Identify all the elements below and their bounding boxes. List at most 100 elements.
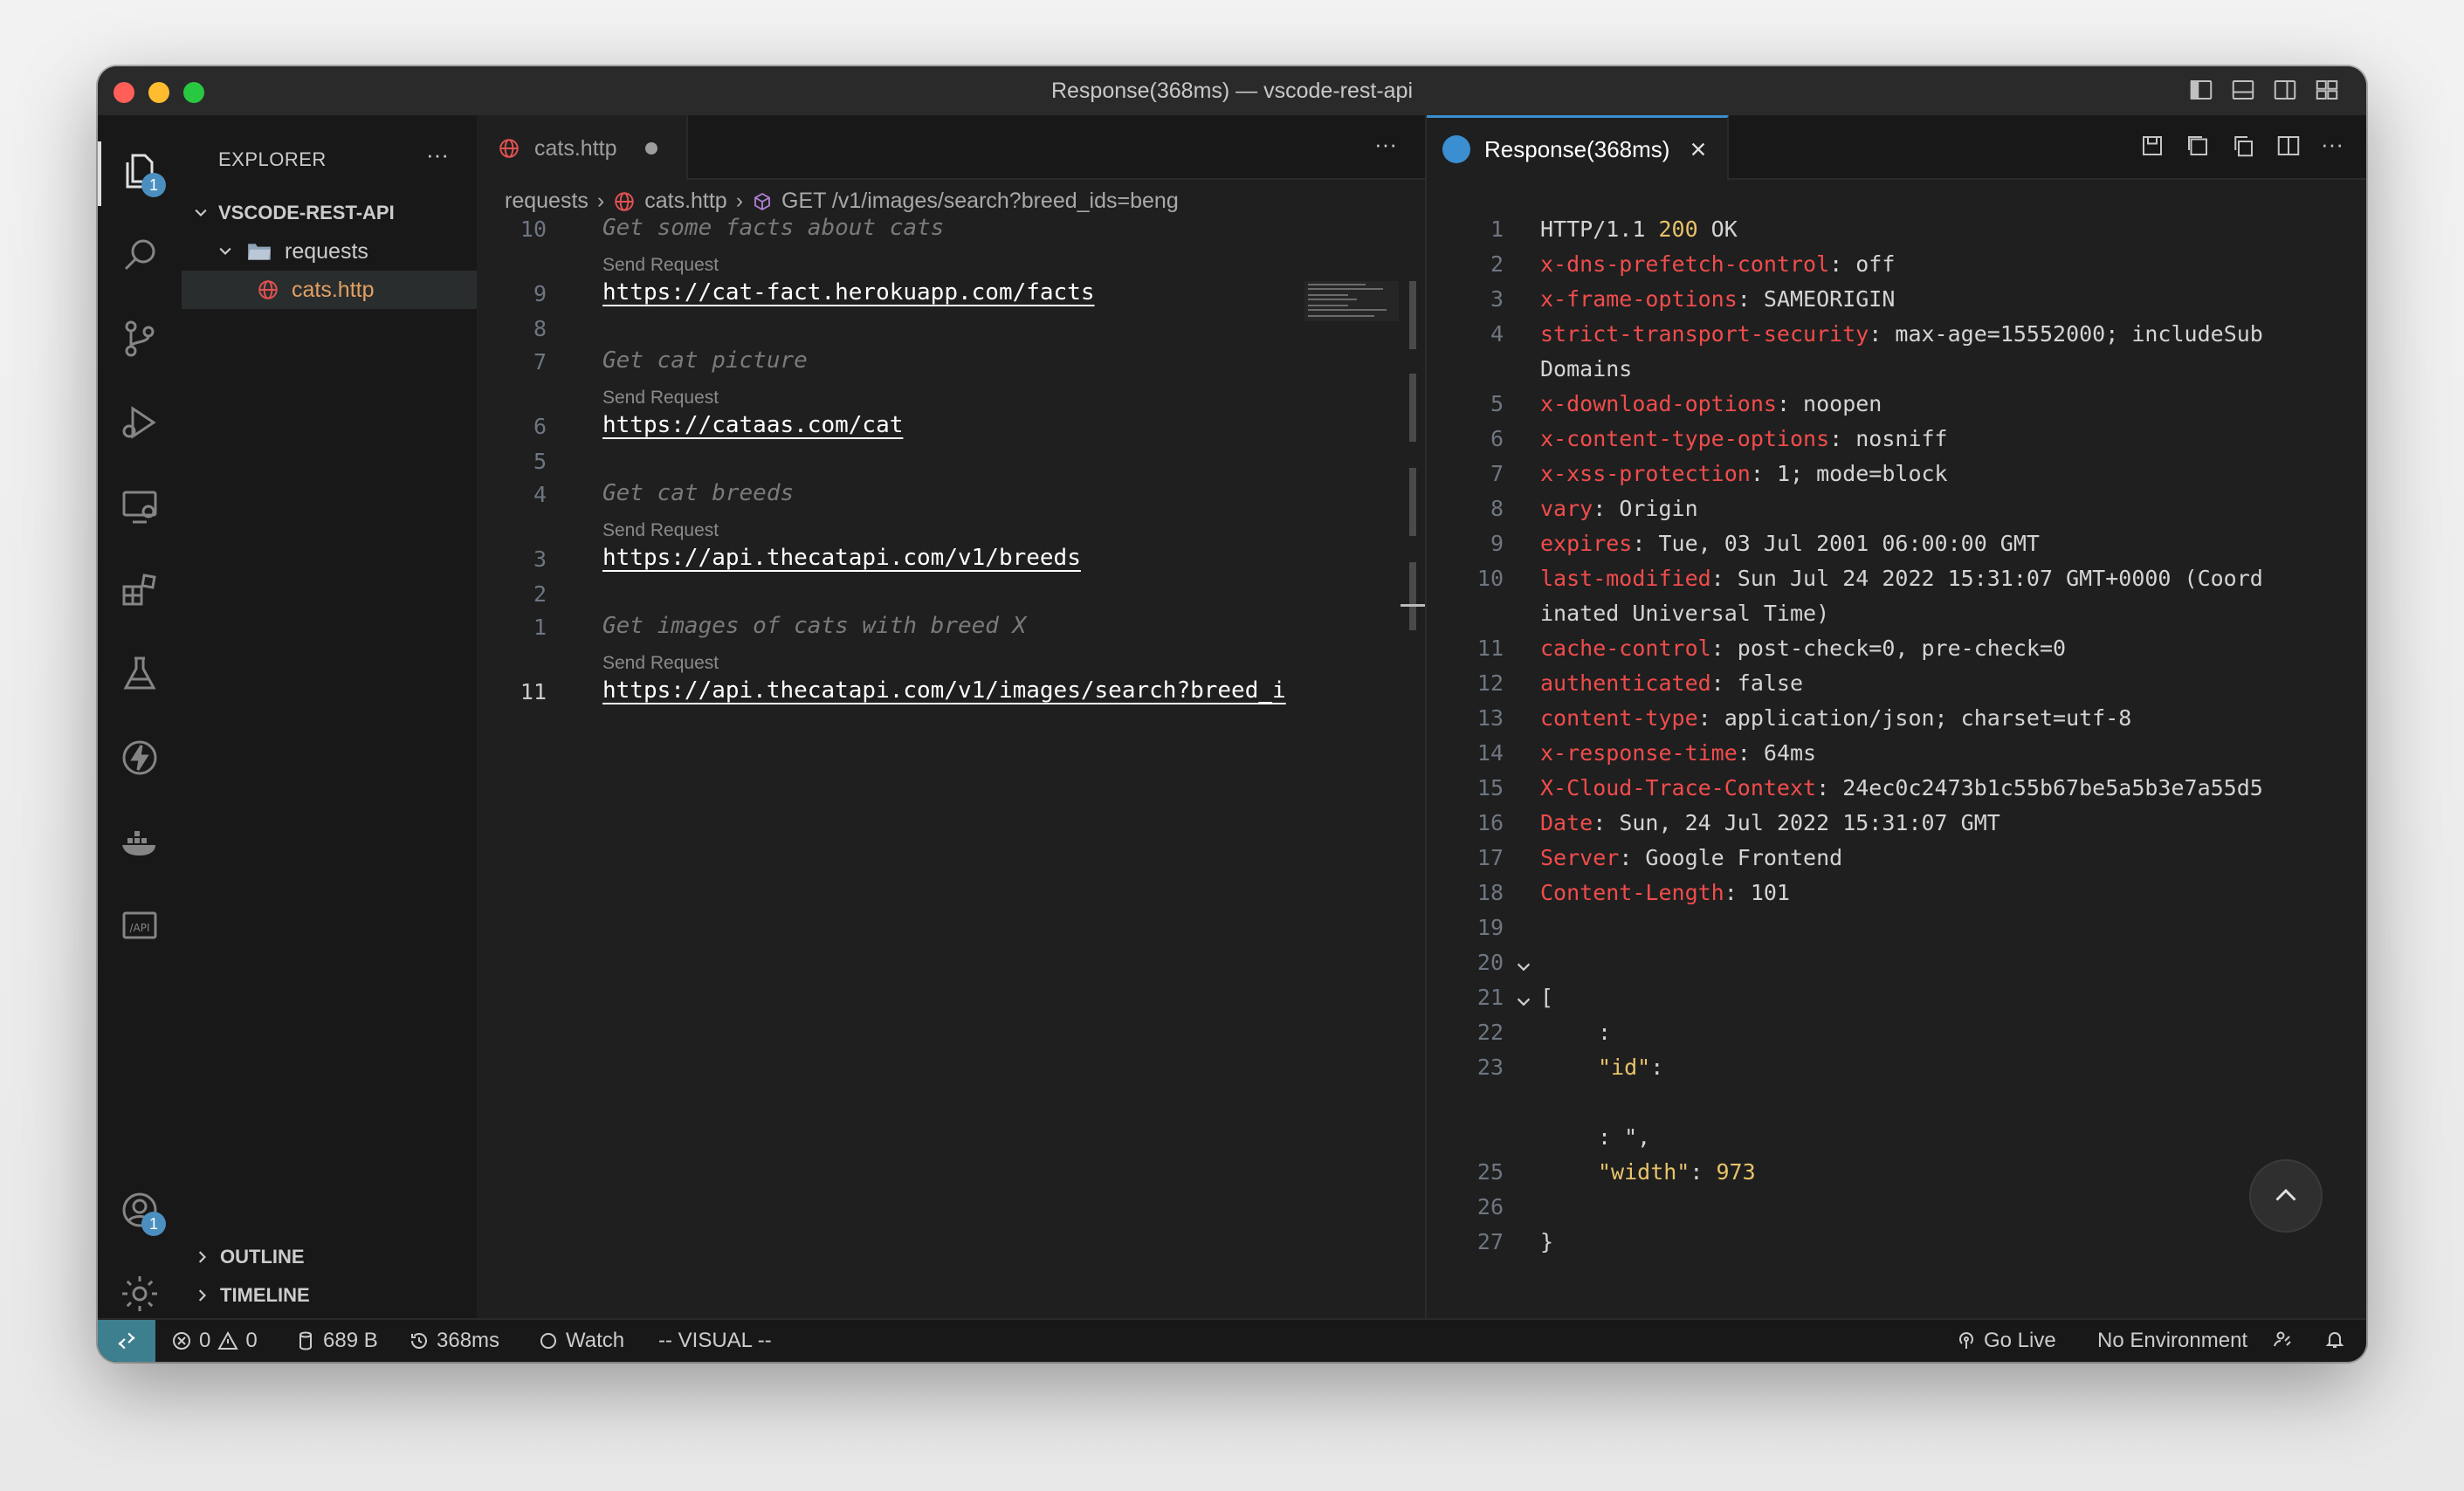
- line-number: 15: [1476, 775, 1504, 800]
- header-value: post-check=0, pre-check=0: [1737, 636, 2067, 661]
- minimap[interactable]: [1304, 281, 1399, 321]
- warning-count: 0: [245, 1329, 258, 1352]
- header-key: last-modified: [1540, 566, 1711, 591]
- rest-client-icon: [1442, 135, 1470, 163]
- environment-selector[interactable]: No Environment: [2097, 1329, 2247, 1353]
- feedback-button[interactable]: [2272, 1329, 2293, 1350]
- copy-icon[interactable]: [2230, 133, 2256, 159]
- close-tab-icon[interactable]: [1689, 140, 1708, 159]
- problems-indicator[interactable]: 0 0: [171, 1329, 258, 1353]
- status-line: HTTP/1.1 200 OK: [1540, 216, 1738, 242]
- request-url[interactable]: https://cataas.com/cat: [602, 412, 903, 447]
- send-request-codelens[interactable]: Send Request: [602, 520, 719, 541]
- tab-response[interactable]: Response(368ms): [1427, 115, 1729, 181]
- go-live-button[interactable]: Go Live: [1956, 1329, 2056, 1353]
- toggle-secondary-sidebar-icon[interactable]: [2272, 77, 2298, 103]
- file-row-cats-http[interactable]: cats.http: [182, 271, 477, 309]
- remote-indicator[interactable]: [98, 1320, 155, 1362]
- line-number: 23: [1476, 1055, 1504, 1080]
- toggle-panel-icon[interactable]: [2230, 77, 2256, 103]
- globe-icon: [615, 191, 634, 211]
- testing-view-button[interactable]: [119, 653, 161, 695]
- go-live-label: Go Live: [1984, 1329, 2056, 1352]
- chevron-right-icon: ›: [596, 189, 605, 213]
- explorer-header: EXPLORER: [218, 148, 327, 170]
- save-body-icon[interactable]: [2185, 133, 2211, 159]
- json-punctuation: ",: [1624, 1124, 1651, 1150]
- response-more-icon[interactable]: ···: [2321, 133, 2344, 159]
- thunder-client-view-button[interactable]: [119, 737, 161, 779]
- send-request-codelens[interactable]: Send Request: [602, 255, 719, 276]
- request-url[interactable]: https://api.thecatapi.com/v1/images/sear…: [602, 677, 1286, 712]
- request-url[interactable]: https://cat-fact.herokuapp.com/facts: [602, 279, 1095, 314]
- explorer-sidebar: EXPLORER ··· VSCODE-REST-API requests ca…: [182, 115, 478, 1320]
- manage-button[interactable]: [119, 1273, 161, 1315]
- extensions-icon: [122, 574, 156, 606]
- send-request-codelens[interactable]: Send Request: [602, 388, 719, 409]
- header-value-continued: inated Universal Time): [1540, 601, 1830, 626]
- chevron-right-icon: [198, 1289, 206, 1302]
- line-number: 25: [1476, 1159, 1504, 1185]
- remote-explorer-view-button[interactable]: [119, 485, 161, 527]
- line-number: 27: [1476, 1229, 1504, 1254]
- save-response-icon[interactable]: [2139, 133, 2165, 159]
- breadcrumb-file[interactable]: cats.http: [644, 189, 727, 214]
- header-key: expires: [1540, 531, 1633, 556]
- watch-indicator[interactable]: Watch: [538, 1329, 624, 1353]
- split-editor-icon[interactable]: [2275, 133, 2302, 159]
- run-debug-view-button[interactable]: [119, 402, 161, 443]
- watch-label: Watch: [566, 1329, 625, 1352]
- notifications-button[interactable]: [2324, 1329, 2345, 1350]
- docker-view-button[interactable]: [119, 821, 161, 862]
- tab-cats-http[interactable]: cats.http: [477, 115, 688, 180]
- explorer-more-actions[interactable]: ···: [426, 141, 449, 168]
- send-request-codelens[interactable]: Send Request: [602, 653, 719, 674]
- breadcrumb-folder[interactable]: requests: [505, 189, 588, 214]
- folder-row-requests[interactable]: requests: [182, 232, 477, 271]
- fold-chevron-icon[interactable]: [1514, 958, 1533, 977]
- outline-section[interactable]: OUTLINE: [182, 1240, 477, 1275]
- scroll-to-top-button[interactable]: [2249, 1159, 2323, 1233]
- database-icon: [299, 1331, 312, 1350]
- toggle-primary-sidebar-icon[interactable]: [2188, 77, 2214, 103]
- response-size-indicator[interactable]: 689 B: [295, 1329, 378, 1353]
- source-control-view-button[interactable]: [119, 318, 161, 360]
- warning-icon: [217, 1330, 239, 1350]
- symbol-method-icon: [754, 192, 770, 210]
- header-value: Sun Jul 24 2022 15:31:07 GMT+0000 (Coord: [1737, 566, 2263, 591]
- customize-layout-icon[interactable]: [2314, 77, 2340, 103]
- error-count: 0: [199, 1329, 211, 1352]
- request-url[interactable]: https://api.thecatapi.com/v1/breeds: [602, 545, 1081, 580]
- line-number: 8: [1490, 496, 1504, 521]
- scrollbar-thumb[interactable]: [1409, 281, 1416, 349]
- header-key: x-dns-prefetch-control: [1540, 251, 1830, 277]
- folder-name: requests: [285, 238, 368, 264]
- timeline-section[interactable]: TIMELINE: [182, 1278, 477, 1313]
- vim-mode: -- VISUAL --: [658, 1329, 772, 1352]
- unsaved-dot-icon[interactable]: [644, 142, 657, 155]
- header-key: x-response-time: [1540, 740, 1738, 766]
- header-value: false: [1737, 670, 1804, 696]
- header-value: 101: [1750, 880, 1790, 905]
- json-bracket: }: [1540, 1229, 1554, 1254]
- line-number: 2: [533, 581, 547, 607]
- bell-icon: [2325, 1332, 2344, 1348]
- extensions-view-button[interactable]: [119, 569, 161, 611]
- project-root-row[interactable]: VSCODE-REST-API: [182, 194, 477, 232]
- fold-chevron-icon[interactable]: [1514, 993, 1533, 1012]
- line-number: 9: [1490, 531, 1504, 556]
- editor-more-actions[interactable]: ···: [1374, 131, 1397, 158]
- line-number: 4: [533, 482, 547, 507]
- header-key: strict-transport-security: [1540, 321, 1869, 347]
- api-view-button[interactable]: /API: [119, 904, 161, 946]
- accounts-button[interactable]: 1: [119, 1189, 166, 1236]
- outline-label: OUTLINE: [220, 1246, 305, 1268]
- chevron-right-icon: ›: [735, 189, 744, 213]
- line-number: 1: [1490, 216, 1504, 242]
- explorer-view-button[interactable]: 1: [119, 150, 166, 197]
- search-icon: [124, 239, 155, 271]
- breadcrumb-symbol[interactable]: GET /v1/images/search?breed_ids=beng: [781, 189, 1179, 214]
- response-tab-label: Response(368ms): [1484, 135, 1670, 162]
- response-time-indicator[interactable]: 368ms: [409, 1329, 499, 1353]
- search-view-button[interactable]: [119, 234, 161, 276]
